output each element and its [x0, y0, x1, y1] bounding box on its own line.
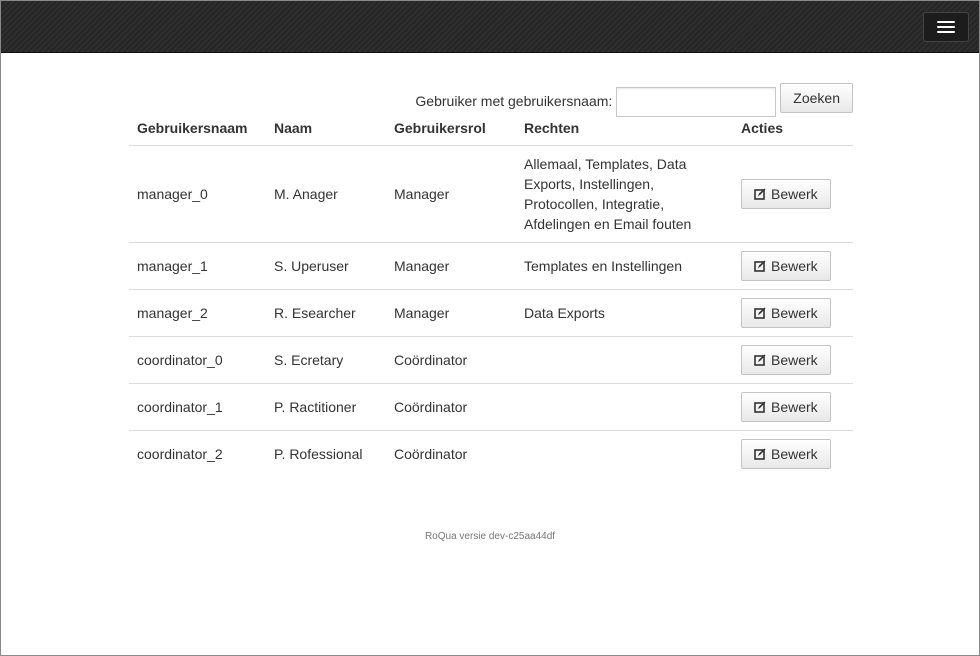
- edit-button[interactable]: Bewerk: [741, 298, 831, 328]
- table-row: manager_0 M. Anager Manager Allemaal, Te…: [129, 146, 853, 243]
- username-search-input[interactable]: [616, 87, 777, 117]
- cell-role: Coördinator: [386, 430, 516, 478]
- edit-button[interactable]: Bewerk: [741, 251, 831, 281]
- header-name: Naam: [266, 117, 386, 146]
- user-search-form: Gebruiker met gebruikersnaam: Zoeken: [129, 83, 853, 117]
- edit-button[interactable]: Bewerk: [741, 179, 831, 209]
- cell-actions: Bewerk: [733, 383, 853, 431]
- cell-name: P. Rofessional: [266, 430, 386, 478]
- hamburger-icon: [937, 26, 955, 28]
- header-username: Gebruikersnaam: [129, 117, 266, 146]
- cell-username: manager_2: [129, 289, 266, 337]
- cell-name: M. Anager: [274, 186, 338, 202]
- table-row: manager_2 R. Esearcher Manager Data Expo…: [129, 289, 853, 337]
- top-navbar: [1, 1, 979, 53]
- cell-role: Manager: [386, 289, 516, 337]
- cell-rights: Allemaal, Templates, Data Exports, Inste…: [524, 156, 692, 232]
- cell-role: Coördinator: [386, 383, 516, 431]
- hamburger-icon: [937, 31, 955, 33]
- table-row: coordinator_2 P. Rofessional Coördinator…: [129, 430, 853, 478]
- cell-name: P. Ractitioner: [266, 383, 386, 431]
- cell-rights: Templates en Instellingen: [516, 242, 733, 290]
- cell-name: R. Esearcher: [266, 289, 386, 337]
- header-role: Gebruikersrol: [386, 117, 516, 146]
- edit-button-label: Bewerk: [771, 446, 818, 463]
- edit-button-label: Bewerk: [771, 258, 818, 274]
- edit-button[interactable]: Bewerk: [741, 392, 831, 422]
- edit-icon: [754, 354, 766, 366]
- edit-button[interactable]: Bewerk: [741, 345, 831, 375]
- edit-button-label: Bewerk: [771, 305, 818, 321]
- users-table: Gebruikersnaam Naam Gebruikersrol Rechte…: [129, 117, 853, 478]
- cell-name: S. Uperuser: [266, 242, 386, 290]
- cell-rights: Data Exports: [516, 289, 733, 337]
- cell-username: coordinator_1: [129, 383, 266, 431]
- cell-role: Manager: [394, 186, 450, 202]
- footer-version: RoQua versie dev-c25aa44df: [424, 531, 556, 542]
- header-actions: Acties: [733, 117, 853, 146]
- table-row: coordinator_0 S. Ecretary Coördinator Be…: [129, 336, 853, 384]
- cell-rights: [516, 336, 733, 384]
- table-row: coordinator_1 P. Ractitioner Coördinator…: [129, 383, 853, 431]
- cell-role: Coördinator: [386, 336, 516, 384]
- search-button[interactable]: Zoeken: [780, 83, 853, 113]
- cell-actions: Bewerk: [733, 289, 853, 337]
- cell-name: S. Ecretary: [266, 336, 386, 384]
- table-header-row: Gebruikersnaam Naam Gebruikersrol Rechte…: [129, 117, 853, 146]
- cell-username: coordinator_0: [129, 336, 266, 384]
- cell-rights: [516, 383, 733, 431]
- edit-icon: [754, 448, 766, 461]
- cell-actions: Bewerk: [733, 242, 853, 290]
- edit-button-label: Bewerk: [771, 186, 818, 202]
- cell-username: coordinator_2: [129, 430, 266, 478]
- hamburger-icon: [937, 21, 955, 23]
- cell-actions: Bewerk: [733, 336, 853, 384]
- table-row: manager_1 S. Uperuser Manager Templates …: [129, 242, 853, 290]
- edit-button-label: Bewerk: [771, 352, 818, 368]
- edit-icon: [754, 307, 766, 319]
- edit-icon: [754, 260, 766, 272]
- cell-actions: Bewerk: [733, 146, 853, 243]
- header-rights: Rechten: [516, 117, 733, 146]
- cell-role: Manager: [386, 242, 516, 290]
- cell-actions: Bewerk: [733, 430, 853, 478]
- cell-username: manager_1: [129, 242, 266, 290]
- edit-button[interactable]: Bewerk: [741, 439, 831, 470]
- edit-icon: [754, 401, 766, 413]
- cell-rights: [516, 430, 733, 478]
- edit-icon: [754, 188, 766, 200]
- menu-toggle-button[interactable]: [923, 12, 969, 42]
- search-label: Gebruiker met gebruikersnaam:: [415, 93, 613, 109]
- edit-button-label: Bewerk: [771, 399, 818, 415]
- cell-username: manager_0: [137, 186, 208, 202]
